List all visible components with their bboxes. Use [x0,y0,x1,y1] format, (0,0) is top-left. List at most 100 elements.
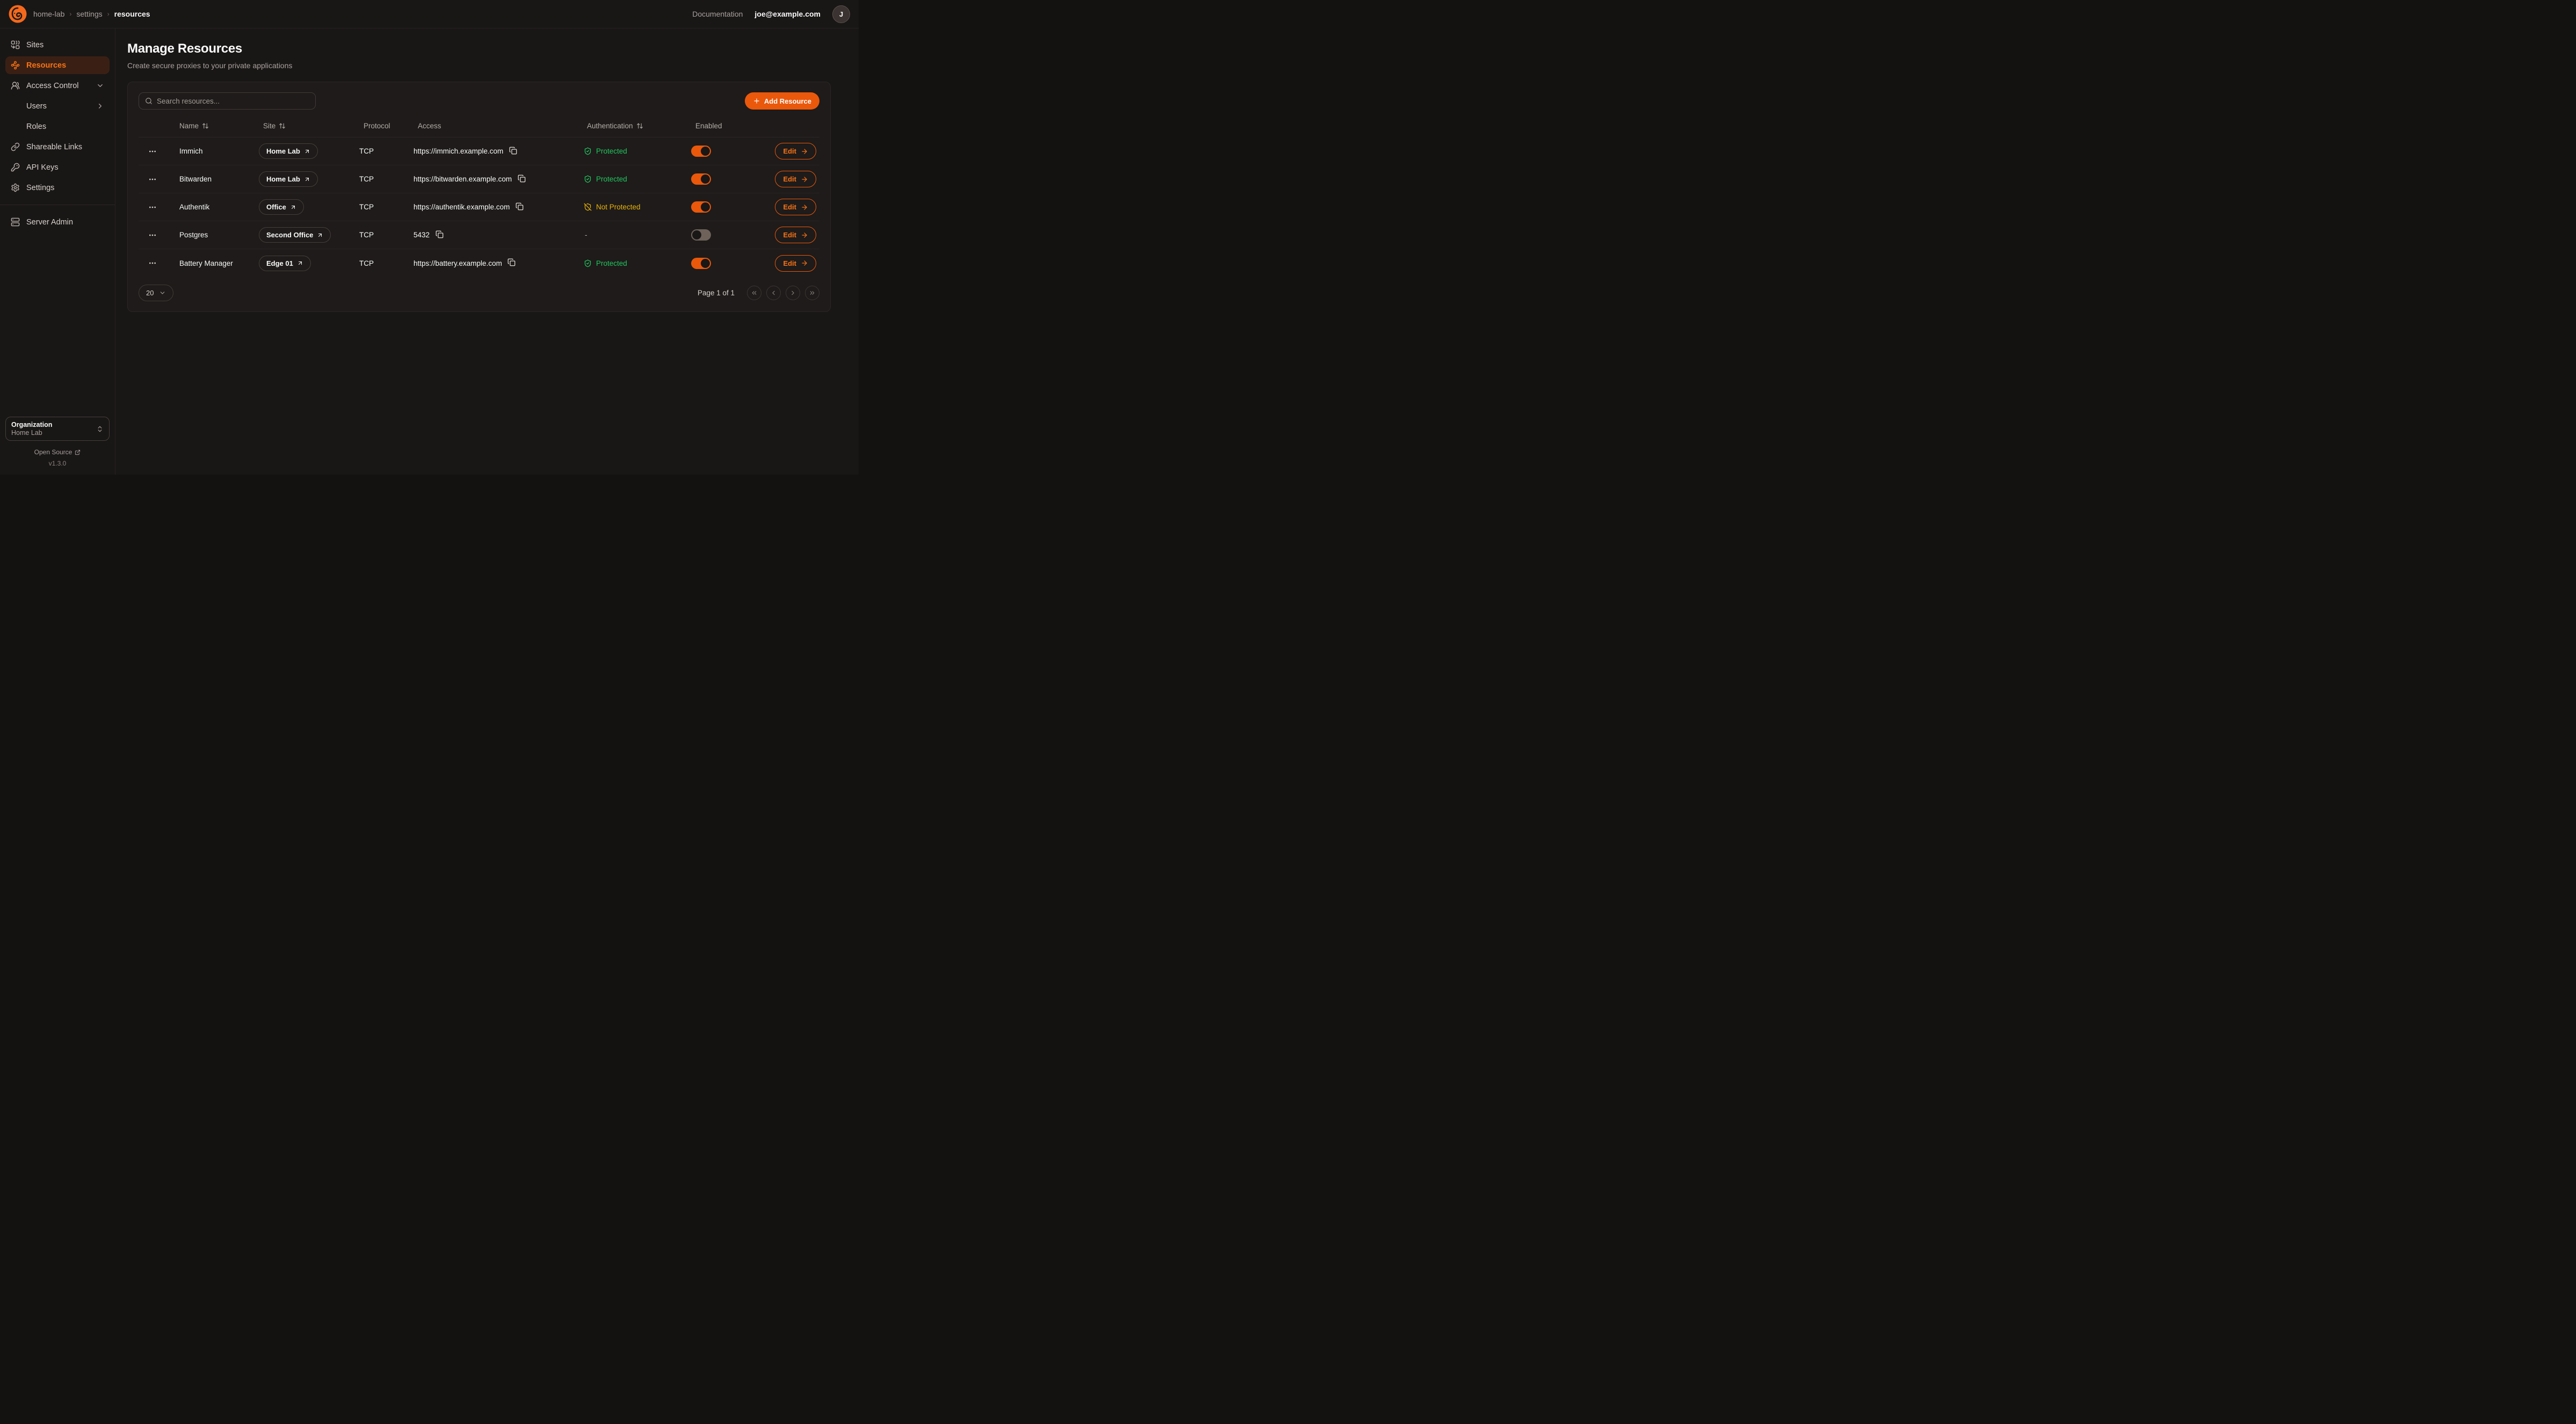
enabled-toggle[interactable] [691,173,711,185]
enabled-toggle[interactable] [691,258,711,269]
breadcrumb-current: resources [114,10,150,18]
row-menu-button[interactable] [146,229,159,242]
site-link-button[interactable]: Edge 01 [259,256,311,271]
table-row: Immich Home Lab TCP https://immich.examp… [139,137,819,165]
page-info: Page 1 of 1 [698,289,735,297]
sidebar-item-roles[interactable]: Roles [5,118,110,135]
column-header-site[interactable]: Site [259,122,359,130]
ellipsis-icon [148,259,157,267]
sidebar-item-label: Users [26,102,47,111]
edit-button[interactable]: Edit [775,227,816,243]
plus-icon [753,97,760,105]
sidebar-item-shareable-links[interactable]: Shareable Links [5,138,110,156]
breadcrumb-settings[interactable]: settings [76,10,102,18]
resource-access-url: 5432 [413,231,430,239]
arrow-right-icon [801,231,808,239]
column-header-enabled: Enabled [691,122,765,130]
edit-button[interactable]: Edit [775,199,816,215]
site-name: Home Lab [266,175,300,183]
row-menu-button[interactable] [146,173,159,186]
page-size-select[interactable]: 20 [139,285,173,301]
arrow-right-icon [801,259,808,267]
column-header-authentication[interactable]: Authentication [583,122,691,130]
resource-protocol: TCP [359,147,413,155]
last-page-button[interactable] [805,286,819,300]
page-title: Manage Resources [127,41,847,56]
user-avatar[interactable]: J [832,5,850,23]
site-link-button[interactable]: Home Lab [259,171,318,187]
edit-button[interactable]: Edit [775,171,816,187]
edit-label: Edit [783,259,796,267]
site-link-button[interactable]: Office [259,199,304,215]
resources-card: Add Resource Name Site [127,82,831,312]
sidebar-nav: Sites Resources Access Control Users Rol [5,36,110,231]
sidebar-item-label: Access Control [26,82,79,90]
table-row: Battery Manager Edge 01 TCP https://batt… [139,249,819,277]
row-menu-button[interactable] [146,257,159,270]
sidebar-item-label: Server Admin [26,218,73,227]
resource-name: Battery Manager [175,259,259,267]
row-menu-button[interactable] [146,145,159,158]
sidebar-item-access-control[interactable]: Access Control [5,77,110,95]
ellipsis-icon [148,147,157,156]
copy-button[interactable] [514,202,524,212]
open-source-link[interactable]: Open Source [5,448,110,456]
column-header-protocol: Protocol [359,122,413,130]
breadcrumb-org[interactable]: home-lab [33,10,64,18]
ellipsis-icon [148,203,157,212]
column-header-label: Name [179,122,199,130]
copy-icon [516,202,524,210]
copy-button[interactable] [434,230,444,240]
server-icon [11,217,20,227]
search-input[interactable] [157,97,309,105]
edit-button[interactable]: Edit [775,143,816,159]
sidebar-item-api-keys[interactable]: API Keys [5,158,110,176]
chevrons-up-down-icon [96,425,104,433]
site-link-button[interactable]: Home Lab [259,143,318,159]
ellipsis-icon [148,231,157,239]
copy-button[interactable] [507,258,517,268]
first-page-button[interactable] [747,286,761,300]
enabled-toggle[interactable] [691,201,711,213]
sidebar-item-server-admin[interactable]: Server Admin [5,213,110,231]
column-header-label: Site [263,122,275,130]
resource-access-url: https://bitwarden.example.com [413,175,512,183]
copy-button[interactable] [517,175,526,184]
sidebar-item-settings[interactable]: Settings [5,179,110,197]
documentation-link[interactable]: Documentation [692,10,743,18]
column-header-name[interactable]: Name [175,122,259,130]
arrow-right-icon [801,148,808,155]
key-icon [11,163,20,172]
previous-page-button[interactable] [766,286,781,300]
user-email[interactable]: joe@example.com [754,10,821,18]
shield-off-icon [584,203,592,211]
resource-protocol: TCP [359,175,413,183]
sidebar-item-label: Resources [26,61,66,70]
organization-label: Organization [11,421,52,428]
add-resource-button[interactable]: Add Resource [745,92,819,110]
pangolin-logo-icon[interactable] [9,5,27,23]
enabled-toggle[interactable] [691,229,711,241]
row-menu-button[interactable] [146,201,159,214]
sort-icon [636,122,643,129]
site-link-button[interactable]: Second Office [259,227,331,243]
next-page-button[interactable] [786,286,800,300]
arrow-right-icon [801,204,808,211]
edit-label: Edit [783,175,796,183]
copy-icon [518,175,526,183]
shield-check-icon [584,147,592,155]
copy-icon [507,258,516,266]
auth-status-label: Protected [596,175,627,183]
organization-selector[interactable]: Organization Home Lab [5,417,110,441]
gear-icon [11,183,20,192]
resource-protocol: TCP [359,259,413,267]
sidebar-item-resources[interactable]: Resources [5,56,110,74]
copy-button[interactable] [508,147,518,156]
copy-icon [509,147,517,155]
sidebar-item-sites[interactable]: Sites [5,36,110,54]
sidebar-item-users[interactable]: Users [5,97,110,115]
sites-icon [11,40,20,49]
edit-button[interactable]: Edit [775,255,816,272]
sidebar-item-label: Sites [26,41,43,49]
enabled-toggle[interactable] [691,146,711,157]
